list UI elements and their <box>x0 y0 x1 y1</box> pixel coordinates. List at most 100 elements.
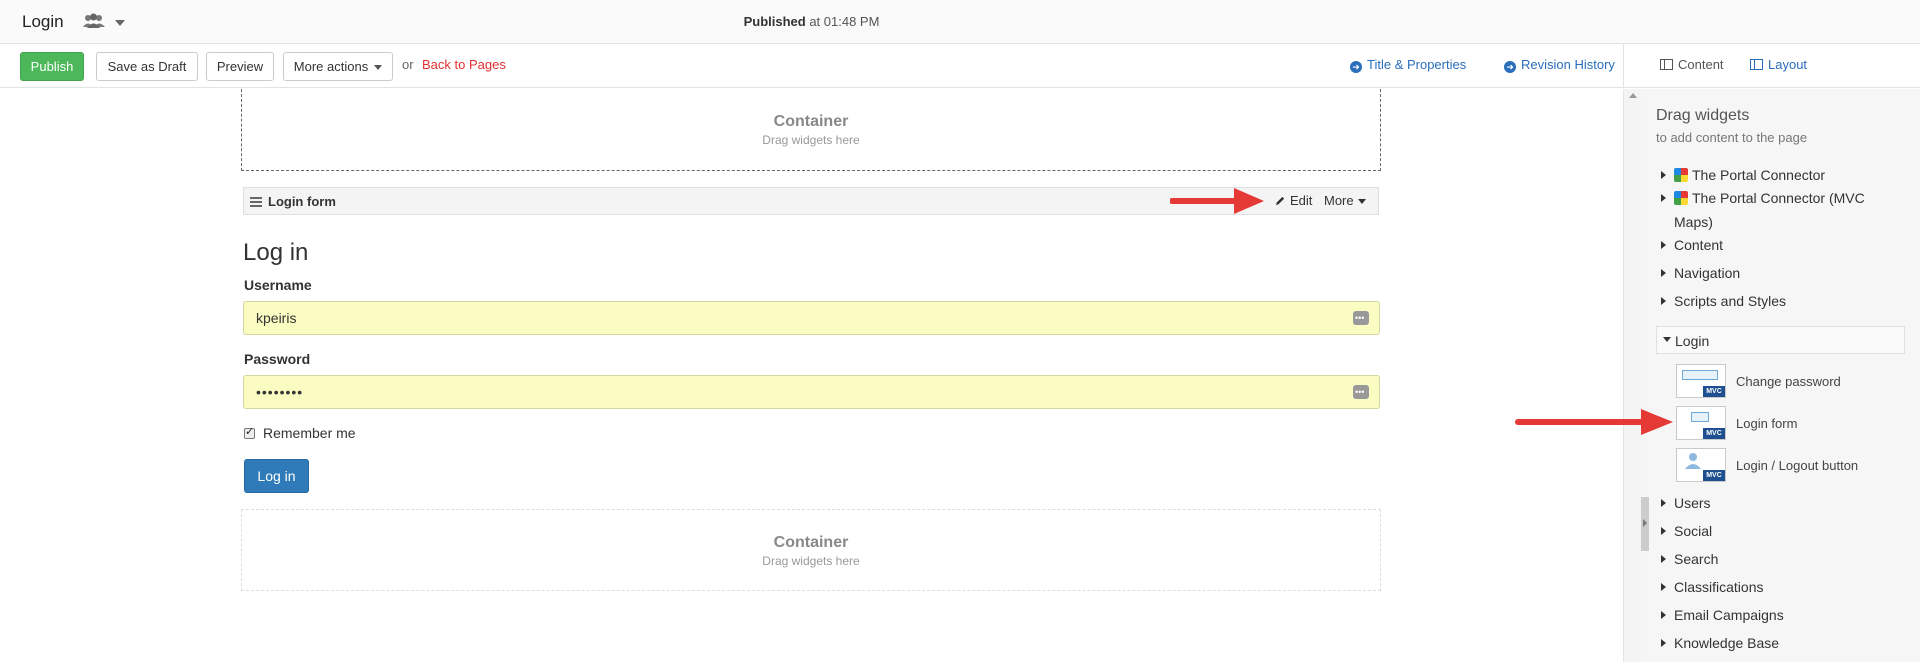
category-label: Classifications <box>1674 579 1764 595</box>
widget-login-form[interactable]: MVC Login form <box>1676 406 1896 442</box>
username-value: kpeiris <box>256 310 297 326</box>
publish-button[interactable]: Publish <box>20 52 84 81</box>
user-silhouette-icon <box>1685 453 1701 469</box>
top-bar: Login Published at 01:48 PM <box>0 0 1920 44</box>
pencil-icon <box>1275 196 1285 206</box>
container-drop-zone[interactable]: Container Drag widgets here <box>241 89 1381 171</box>
password-manager-icon[interactable] <box>1353 376 1369 408</box>
username-field[interactable]: kpeiris <box>243 301 1380 335</box>
category-label: The Portal Connector (MVC <box>1692 190 1865 206</box>
chevron-right-icon <box>1661 171 1666 179</box>
widget-name: Login / Logout button <box>1736 458 1859 473</box>
category-portal-connector-mvc-maps[interactable]: The Portal Connector (MVC Maps) <box>1656 186 1906 234</box>
category-label: The Portal Connector <box>1692 167 1826 183</box>
remember-me-row[interactable]: Remember me <box>244 425 356 441</box>
title-properties-label: Title & Properties <box>1367 57 1467 72</box>
password-label: Password <box>244 351 311 367</box>
chevron-right-icon <box>1661 611 1666 619</box>
widget-more-dropdown[interactable]: More <box>1324 193 1366 208</box>
canvas-scrollbar[interactable] <box>1623 89 1641 662</box>
page-canvas: Container Drag widgets here Login form E… <box>0 89 1623 662</box>
more-actions-label: More actions <box>293 59 369 74</box>
annotation-arrow <box>1170 188 1264 214</box>
chevron-right-icon <box>1661 297 1666 305</box>
container-title: Container <box>773 534 849 551</box>
category-label: Scripts and Styles <box>1674 293 1787 309</box>
layout-view-icon <box>1750 59 1763 70</box>
category-label: Knowledge Base <box>1674 635 1780 651</box>
tab-content[interactable]: Content <box>1660 57 1724 72</box>
category-label: Search <box>1674 551 1719 567</box>
widget-name: Login form <box>1736 416 1798 431</box>
category-label: Email Campaigns <box>1674 607 1784 623</box>
widget-title: Login form <box>268 194 336 209</box>
chevron-down-icon <box>1357 199 1366 205</box>
content-view-icon <box>1660 59 1673 70</box>
title-properties-link[interactable]: ➜ Title & Properties <box>1350 57 1466 73</box>
scroll-up-icon[interactable] <box>1629 93 1637 98</box>
preview-button[interactable]: Preview <box>206 52 274 81</box>
back-to-pages-link[interactable]: Back to Pages <box>422 57 506 72</box>
category-label: Login <box>1675 333 1710 349</box>
mvc-badge: MVC <box>1703 386 1725 397</box>
drag-handle-icon[interactable] <box>250 197 262 207</box>
panel-title: Drag widgets <box>1656 107 1750 124</box>
mvc-badge: MVC <box>1703 428 1725 439</box>
tab-layout[interactable]: Layout <box>1750 57 1807 72</box>
chevron-down-icon <box>374 65 383 71</box>
login-logout-widget-icon: MVC <box>1676 448 1726 482</box>
password-value: •••••••• <box>256 384 304 400</box>
password-manager-icon[interactable] <box>1353 302 1369 334</box>
arrow-right-circle-icon: ➜ <box>1350 61 1362 73</box>
widget-change-password[interactable]: MVC Change password <box>1676 364 1896 400</box>
editor-toolbar: Publish Save as Draft Preview More actio… <box>0 44 1920 88</box>
chevron-right-icon <box>1661 499 1666 507</box>
widget-name: Change password <box>1736 374 1841 389</box>
category-label-continued: Maps) <box>1674 214 1713 230</box>
login-form-widget-icon: MVC <box>1676 406 1726 440</box>
chevron-down-icon <box>1663 337 1671 342</box>
username-label: Username <box>244 277 312 293</box>
edit-label: Edit <box>1290 193 1313 208</box>
chevron-right-icon <box>1661 527 1666 535</box>
more-label: More <box>1324 193 1354 208</box>
container-drop-zone[interactable]: Container Drag widgets here <box>241 509 1381 591</box>
change-password-widget-icon: MVC <box>1676 364 1726 398</box>
container-title: Container <box>773 113 849 130</box>
login-heading: Log in <box>243 239 309 266</box>
widget-preview-graphic <box>1691 412 1709 422</box>
remember-me-checkbox[interactable] <box>244 425 255 439</box>
tab-content-label: Content <box>1678 57 1724 72</box>
toolbar-divider <box>1623 44 1624 88</box>
revision-history-link[interactable]: ➜ Revision History <box>1504 57 1615 73</box>
password-field[interactable]: •••••••• <box>243 375 1380 409</box>
mvc-badge: MVC <box>1703 470 1725 481</box>
category-label: Navigation <box>1674 265 1741 281</box>
portal-connector-logo-icon <box>1674 191 1688 205</box>
save-as-draft-button[interactable]: Save as Draft <box>96 52 198 81</box>
widget-panel: Drag widgets to add content to the page … <box>1641 89 1920 662</box>
publish-status: Published at 01:48 PM <box>0 14 1623 29</box>
category-login[interactable]: Login <box>1656 326 1905 354</box>
or-text: or <box>402 57 414 72</box>
chevron-right-icon <box>1661 583 1666 591</box>
publish-status-state: Published <box>743 14 806 29</box>
chevron-right-icon <box>1661 269 1666 277</box>
publish-status-time: at 01:48 PM <box>805 14 880 29</box>
container-hint: Drag widgets here <box>762 554 860 568</box>
remember-me-label: Remember me <box>263 425 356 441</box>
category-label: Social <box>1674 523 1713 539</box>
chevron-right-icon <box>1661 639 1666 647</box>
panel-collapse-toggle[interactable] <box>1641 497 1649 551</box>
chevron-right-icon <box>1661 555 1666 563</box>
category-label: Content <box>1674 237 1724 253</box>
more-actions-dropdown[interactable]: More actions <box>283 52 393 81</box>
login-button[interactable]: Log in <box>244 459 309 493</box>
widget-login-logout-button[interactable]: MVC Login / Logout button <box>1676 448 1896 484</box>
container-hint: Drag widgets here <box>762 133 860 147</box>
widget-preview-graphic <box>1682 370 1718 380</box>
annotation-arrow <box>1515 409 1673 435</box>
revision-history-label: Revision History <box>1521 57 1615 72</box>
edit-widget-button[interactable]: Edit <box>1275 193 1312 208</box>
chevron-right-icon <box>1661 241 1666 249</box>
